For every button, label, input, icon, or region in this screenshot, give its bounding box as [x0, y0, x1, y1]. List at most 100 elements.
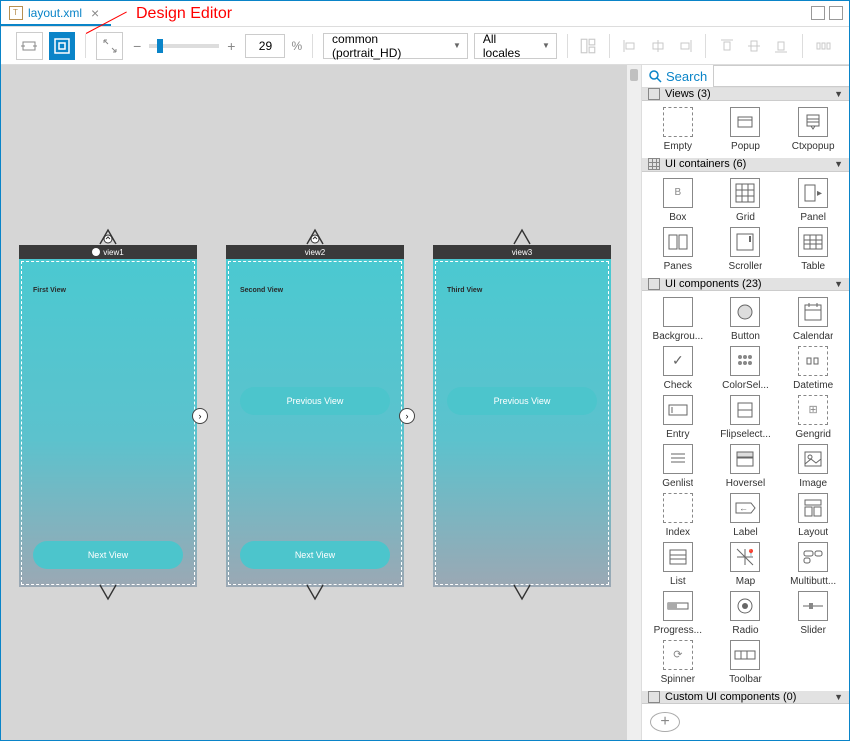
distribute-button[interactable] — [813, 34, 834, 58]
palette-item-scroller[interactable]: Scroller — [712, 227, 780, 272]
zoom-slider[interactable] — [149, 44, 219, 48]
layout-tool-1[interactable] — [578, 34, 599, 58]
zoom-slider-thumb[interactable] — [157, 39, 163, 53]
palette-item-popup[interactable]: Popup — [712, 107, 780, 152]
palette-item-gengrid[interactable]: ⊞Gengrid — [779, 395, 847, 440]
palette-item-panel[interactable]: ▸Panel — [779, 178, 847, 223]
align-middle-button[interactable] — [744, 34, 765, 58]
search-label-text: Search — [666, 69, 707, 84]
palette-item-panes[interactable]: Panes — [644, 227, 712, 272]
layout-icon — [798, 493, 828, 523]
next-view-button-2[interactable]: Next View — [240, 541, 390, 569]
palette-item-entry[interactable]: Entry — [644, 395, 712, 440]
panel-icon: ▸ — [798, 178, 828, 208]
colorsel-icon — [730, 346, 760, 376]
palette-item-label[interactable]: ← Label — [712, 493, 780, 538]
item-label: Genlist — [662, 478, 693, 489]
preset-value: common (portrait_HD) — [332, 32, 447, 60]
palette-item-check[interactable]: ✓Check — [644, 346, 712, 391]
locales-dropdown[interactable]: All locales — [474, 33, 557, 59]
section-custom-header[interactable]: Custom UI components (0)▼ — [642, 691, 849, 704]
section-components-header[interactable]: UI components (23)▼ — [642, 278, 849, 291]
item-label: Flipselect... — [720, 429, 771, 440]
containers-title: UI containers (6) — [665, 158, 746, 170]
palette-item-background[interactable]: Backgrou... — [644, 297, 712, 342]
palette-item-empty[interactable]: Empty — [644, 107, 712, 152]
item-label: Image — [799, 478, 827, 489]
item-label: Popup — [731, 141, 760, 152]
minimize-button[interactable] — [811, 6, 825, 20]
item-label: Table — [801, 261, 825, 272]
next-view-button-1[interactable]: Next View — [33, 541, 183, 569]
palette-item-ctxpopup[interactable]: Ctxpopup — [779, 107, 847, 152]
palette-item-button[interactable]: Button — [712, 297, 780, 342]
svg-text:←: ← — [739, 503, 748, 513]
preset-dropdown[interactable]: common (portrait_HD) — [323, 33, 468, 59]
palette-item-image[interactable]: Image — [779, 444, 847, 489]
multibutton-icon — [798, 542, 828, 572]
item-label: Panes — [664, 261, 692, 272]
view-box-3[interactable]: view3 Third View Previous View — [433, 245, 611, 587]
palette-item-list[interactable]: List — [644, 542, 712, 587]
item-label: Grid — [736, 212, 755, 223]
prev-view-button-3[interactable]: Previous View — [447, 387, 597, 415]
ctxpopup-icon — [798, 107, 828, 137]
palette-item-spinner[interactable]: ⟳Spinner — [644, 640, 712, 685]
next-arrow-icon[interactable]: › — [192, 408, 208, 424]
canvas-scrollbar[interactable] — [627, 65, 641, 740]
palette-item-datetime[interactable]: Datetime — [779, 346, 847, 391]
palette-item-map[interactable]: 📍Map — [712, 542, 780, 587]
palette-item-index[interactable]: Index — [644, 493, 712, 538]
item-label: Label — [733, 527, 757, 538]
fullscreen-button[interactable] — [96, 32, 123, 60]
scroller-icon — [730, 227, 760, 257]
maximize-button[interactable] — [829, 6, 843, 20]
palette-item-box[interactable]: BBox — [644, 178, 712, 223]
palette-item-toolbar[interactable]: Toolbar — [712, 640, 780, 685]
fit-width-button[interactable] — [16, 32, 43, 60]
palette-item-multibutton[interactable]: Multibutt... — [779, 542, 847, 587]
zoom-slider-group: − + — [129, 38, 239, 54]
close-icon[interactable]: × — [87, 5, 103, 21]
button-icon — [730, 297, 760, 327]
components-items: Backgrou... Button Calendar ✓Check Color… — [642, 291, 849, 691]
palette-item-radio[interactable]: Radio — [712, 591, 780, 636]
views-title: Views (3) — [665, 88, 711, 100]
next-arrow-icon[interactable]: › — [399, 408, 415, 424]
palette-item-colorsel[interactable]: ColorSel... — [712, 346, 780, 391]
palette-item-calendar[interactable]: Calendar — [779, 297, 847, 342]
zoom-out-button[interactable]: − — [129, 38, 145, 54]
view-box-1[interactable]: view1 First View Next View › — [19, 245, 197, 587]
add-custom-button[interactable]: + — [650, 712, 680, 732]
align-right-button[interactable] — [674, 34, 695, 58]
prev-view-button-2[interactable]: Previous View — [240, 387, 390, 415]
search-input[interactable] — [713, 65, 849, 87]
design-canvas[interactable]: view1 First View Next View › view2 Secon… — [1, 65, 641, 740]
view-box-2[interactable]: view2 Second View Previous View Next Vie… — [226, 245, 404, 587]
palette-item-progress[interactable]: Progress... — [644, 591, 712, 636]
popup-icon — [730, 107, 760, 137]
section-containers-header[interactable]: UI containers (6)▼ — [642, 158, 849, 171]
design-mode-button[interactable] — [49, 32, 76, 60]
flipselect-icon — [730, 395, 760, 425]
item-label: Layout — [798, 527, 828, 538]
palette-item-slider[interactable]: Slider — [779, 591, 847, 636]
palette-item-table[interactable]: Table — [779, 227, 847, 272]
palette-item-grid[interactable]: Grid — [712, 178, 780, 223]
align-bottom-button[interactable] — [771, 34, 792, 58]
zoom-in-button[interactable]: + — [223, 38, 239, 54]
item-label: Gengrid — [795, 429, 831, 440]
align-top-button[interactable] — [716, 34, 737, 58]
palette-item-genlist[interactable]: Genlist — [644, 444, 712, 489]
datetime-icon — [798, 346, 828, 376]
align-center-h-button[interactable] — [647, 34, 668, 58]
palette-item-flipselect[interactable]: Flipselect... — [712, 395, 780, 440]
section-views-header[interactable]: Views (3)▼ — [642, 88, 849, 101]
zoom-input[interactable] — [245, 34, 285, 58]
palette-item-layout[interactable]: Layout — [779, 493, 847, 538]
tab-layout-xml[interactable]: layout.xml × — [1, 1, 111, 26]
palette-item-hoversel[interactable]: Hoversel — [712, 444, 780, 489]
align-left-button[interactable] — [620, 34, 641, 58]
scrollbar-thumb[interactable] — [630, 69, 638, 81]
label-icon: ← — [730, 493, 760, 523]
